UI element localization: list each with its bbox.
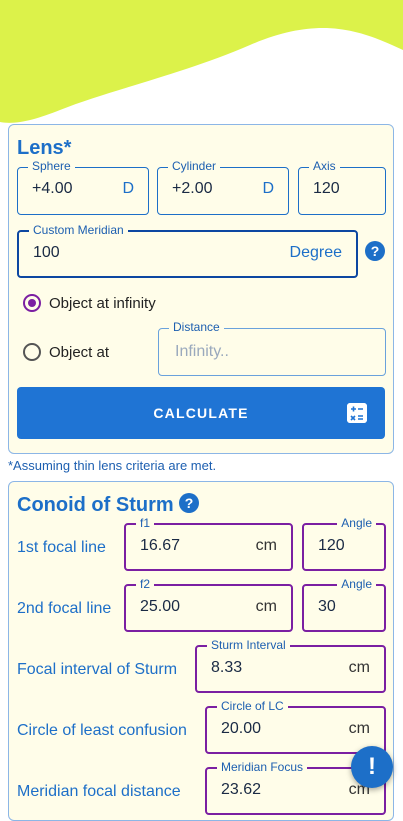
sturm-title: Conoid of Sturm: [17, 494, 174, 516]
custom-meridian-value: 100: [33, 244, 60, 261]
cylinder-field[interactable]: Cylinder +2.00 D: [157, 159, 289, 215]
info-fab-button[interactable]: !: [351, 746, 393, 788]
focal-interval-label: Focal interval of Sturm: [17, 661, 178, 678]
angle1-value: 120: [318, 537, 345, 554]
circle-lc-field: Circle of LC 20.00 cm: [205, 699, 386, 754]
header-wave: [0, 0, 403, 123]
meridian-focus-value: 23.62: [221, 781, 262, 798]
sphere-unit: D: [122, 180, 134, 197]
sturm-interval-field: Sturm Interval 8.33 cm: [195, 638, 386, 693]
sturm-interval-label: Sturm Interval: [207, 638, 290, 652]
circle-lc-unit: cm: [348, 720, 370, 737]
meridian-focus-label: Meridian Focus: [217, 760, 308, 774]
f2-value: 25.00: [140, 598, 181, 615]
custom-meridian-label: Custom Meridian: [29, 223, 128, 237]
lens-card: Lens* Sphere +4.00 D Cylinder +2.00 D Ax…: [8, 124, 394, 454]
sphere-field[interactable]: Sphere +4.00 D: [17, 159, 149, 215]
meridian-focal-row-label: Meridian focal distance: [17, 783, 181, 800]
angle2-field: Angle 30: [302, 577, 386, 632]
option-at-label: Object at: [49, 344, 110, 361]
thin-lens-note: *Assuming thin lens criteria are met.: [8, 458, 217, 473]
angle2-label: Angle: [337, 577, 376, 591]
sturm-card: Conoid of Sturm ? 1st focal line f1 16.6…: [8, 481, 394, 821]
f1-unit: cm: [255, 537, 277, 554]
f2-label: f2: [136, 577, 155, 591]
distance-label: Distance: [169, 320, 224, 334]
circle-lc-row-label: Circle of least confusion: [17, 722, 187, 739]
calculator-icon: [347, 403, 367, 423]
custom-meridian-field[interactable]: Custom Meridian 100 Degree: [17, 223, 358, 278]
option-infinity-label: Object at infinity: [49, 295, 156, 312]
distance-placeholder: Infinity..: [175, 343, 229, 360]
first-focal-line-label: 1st focal line: [17, 539, 106, 556]
angle1-label: Angle: [337, 516, 376, 530]
cylinder-value: +2.00: [172, 180, 213, 197]
sturm-interval-unit: cm: [348, 659, 370, 676]
lens-title: Lens*: [17, 137, 72, 159]
radio-object-infinity[interactable]: [23, 294, 41, 312]
circle-lc-label: Circle of LC: [217, 699, 288, 713]
f1-value: 16.67: [140, 537, 181, 554]
sphere-value: +4.00: [32, 180, 73, 197]
sturm-help-icon[interactable]: ?: [179, 493, 199, 513]
calculate-label: CALCULATE: [153, 405, 249, 421]
angle1-field: Angle 120: [302, 516, 386, 571]
f1-label: f1: [136, 516, 155, 530]
cylinder-unit: D: [262, 180, 274, 197]
axis-label: Axis: [309, 159, 340, 173]
sphere-label: Sphere: [28, 159, 75, 173]
circle-lc-value: 20.00: [221, 720, 262, 737]
distance-field[interactable]: Distance Infinity..: [158, 320, 386, 376]
f1-field: f1 16.67 cm: [124, 516, 293, 571]
axis-value: 120: [313, 180, 340, 197]
custom-meridian-unit: Degree: [289, 244, 342, 261]
sturm-interval-value: 8.33: [211, 659, 243, 676]
f2-unit: cm: [255, 598, 277, 615]
second-focal-line-label: 2nd focal line: [17, 600, 112, 617]
axis-field[interactable]: Axis 120: [298, 159, 386, 215]
cylinder-label: Cylinder: [168, 159, 221, 173]
f2-field: f2 25.00 cm: [124, 577, 293, 632]
calculate-button[interactable]: CALCULATE: [17, 387, 385, 439]
angle2-value: 30: [318, 598, 336, 615]
radio-object-at[interactable]: [23, 343, 41, 361]
meridian-help-icon[interactable]: ?: [365, 241, 385, 261]
